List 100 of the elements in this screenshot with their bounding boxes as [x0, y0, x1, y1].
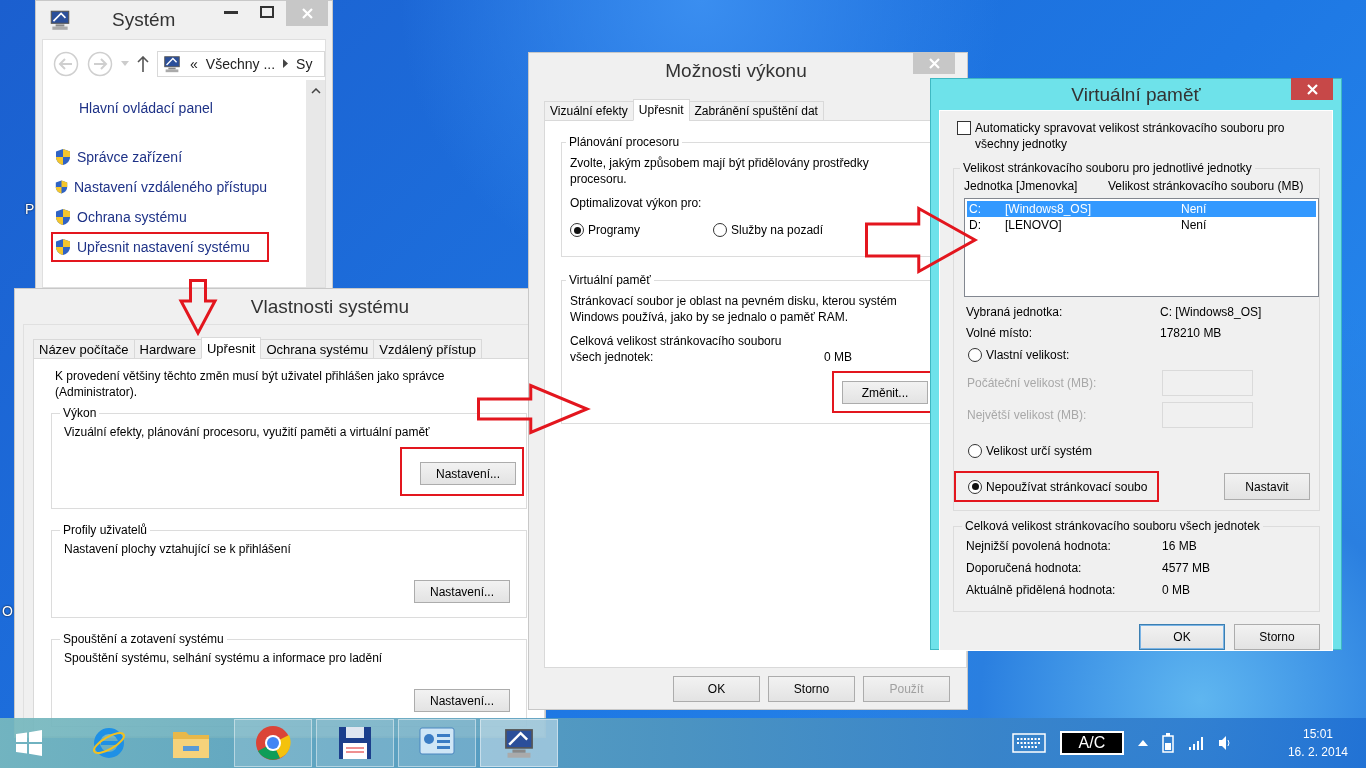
up-arrow-icon[interactable] [137, 55, 149, 72]
total-size-label: Celková velikost stránkovacího souboru všech jednotek: [570, 333, 783, 365]
total-value: 0 MB [1162, 583, 1191, 597]
computer-icon [162, 53, 182, 74]
total-label: Nejnižší povolená hodnota: [966, 539, 1112, 553]
radio-option[interactable]: Vlastní velikost: [968, 348, 1070, 362]
breadcrumb-item[interactable]: Sy [296, 55, 313, 72]
group-title: Výkon [62, 406, 98, 420]
group-title: Plánování procesoru [568, 135, 681, 149]
window-title: Virtuální paměť [1071, 83, 1201, 106]
windows-logo-icon [16, 730, 42, 756]
clock[interactable]: 15:01 16. 2. 2014 [1287, 725, 1348, 761]
task-link[interactable]: Nastavení vzdáleného přístupu [51, 172, 269, 202]
annotation-arrow [179, 279, 217, 335]
group-description: Zvolte, jakým způsobem mají být přidělovány prostředky procesoru. [570, 155, 870, 187]
group-description: Nastavení plochy vztahující se k přihlášení [64, 541, 292, 557]
settings-button[interactable]: Nastavení... [414, 689, 510, 712]
battery-icon[interactable] [1161, 733, 1174, 753]
tab[interactable]: Upřesnit [200, 337, 262, 359]
group-title: Velikost stránkovacího souboru pro jednotlivé jednotky [962, 161, 1253, 175]
group-title: Spouštění a zotavení systému [62, 632, 225, 646]
settings-button[interactable]: Nastavení... [414, 580, 510, 603]
close-icon [1306, 83, 1318, 95]
chrome-browser-icon [255, 725, 291, 761]
window-title: Možnosti výkonu [665, 60, 807, 82]
task-link[interactable]: Ochrana systému [51, 202, 269, 232]
close-button[interactable] [1291, 78, 1333, 100]
dialog-button[interactable]: OK [673, 676, 760, 702]
task-link[interactable]: Správce zařízení [51, 142, 269, 172]
admin-note: K provedení většiny těchto změn musí být uživatel přihlášen jako správce (Administrator). [54, 368, 446, 400]
total-size-value: 0 MB [824, 349, 852, 365]
scroll-up-icon[interactable] [310, 88, 321, 94]
address-bar[interactable]: « Všechny ... Sy [157, 50, 325, 77]
radio-option[interactable]: Velikost určí systém [968, 444, 1093, 458]
speaker-icon[interactable] [1217, 735, 1232, 751]
group-title: Profily uživatelů [62, 523, 149, 537]
control-panel-home-link[interactable]: Hlavní ovládací panel [51, 100, 306, 116]
dialog-button[interactable]: Storno [1234, 624, 1320, 650]
checkbox[interactable] [957, 121, 971, 135]
optimize-prompt: Optimalizovat výkon pro: [570, 195, 703, 211]
column-header: Velikost stránkovacího souboru (MB) [1108, 179, 1305, 193]
minimize-icon [224, 10, 238, 14]
group-description: Stránkovací soubor je oblast na pevném disku, kterou systém Windows používá, jako by se jednalo o paměť RAM. [570, 293, 898, 325]
tab[interactable]: Název počítače [33, 339, 135, 359]
window-title: Vlastnosti systému [250, 295, 410, 318]
breadcrumb-overflow[interactable]: « [190, 55, 198, 72]
info-value: C: [Windows8_OS] [1160, 304, 1263, 319]
total-label: Doporučená hodnota: [966, 561, 1083, 575]
caret-up-icon[interactable] [1137, 740, 1148, 746]
checkbox-option[interactable]: Automaticky spravovat velikost stránkovacího souboru pro všechny jednotky [953, 120, 1320, 152]
tab[interactable]: Vizuální efekty [544, 101, 634, 121]
desktop-icon-label[interactable]: O [2, 603, 13, 619]
browser-e-icon [91, 726, 127, 760]
clock-date: 16. 2. 2014 [1287, 744, 1348, 761]
group-title: Virtuální paměť [568, 273, 652, 287]
tab[interactable]: Upřesnit [632, 99, 690, 121]
tab[interactable]: Zabránění spuštění dat [688, 101, 824, 121]
change-button[interactable]: Změnit... [842, 381, 928, 404]
dialog-button[interactable]: OK [1139, 624, 1225, 650]
drive-row[interactable]: D: [LENOVO] Není [967, 217, 1316, 233]
shield-icon [55, 208, 71, 226]
radio-option[interactable]: Nepoužívat stránkovací soubo [968, 479, 1148, 494]
settings-button[interactable]: Nastavení... [420, 462, 516, 485]
shield-icon [55, 178, 68, 196]
task-link[interactable]: Upřesnit nastavení systému [51, 232, 269, 262]
shield-icon [55, 238, 71, 256]
close-icon [301, 7, 313, 19]
info-label: Vybraná jednotka: [965, 304, 1064, 319]
info-value: 178210 MB [1160, 325, 1223, 340]
total-value: 4577 MB [1162, 561, 1212, 575]
breadcrumb-separator-icon[interactable] [283, 59, 289, 68]
radio-option[interactable]: Služby na pozadí [713, 223, 856, 237]
info-label: Volné místo: [965, 325, 1034, 340]
drive-label: [LENOVO] [1005, 218, 1063, 232]
power-indicator[interactable]: A/C [1059, 731, 1124, 755]
field-label: Počáteční velikost (MB): [966, 376, 1098, 390]
desktop-icon-label[interactable]: P [25, 201, 35, 217]
close-icon [928, 57, 940, 69]
keyboard-icon[interactable] [1011, 733, 1046, 753]
maximize-icon [260, 6, 274, 18]
drive-letter: D: [968, 218, 982, 232]
taskbar-app-button[interactable] [480, 719, 558, 767]
radio-option[interactable]: Programy [570, 223, 713, 237]
taskbar-app-button[interactable] [316, 719, 394, 767]
signal-bars-icon[interactable] [1187, 736, 1204, 750]
group-description: Spouštění systému, selhání systému a informace pro ladění [64, 650, 384, 666]
window-title: Systém [112, 9, 176, 31]
column-header: Jednotka [Jmenovka] [964, 179, 1079, 193]
group-title: Celková velikost stránkovacího souboru všech jednotek [964, 519, 1261, 533]
shield-icon [55, 148, 71, 166]
scrollbar[interactable] [306, 80, 325, 287]
breadcrumb-item[interactable]: Všechny ... [205, 55, 276, 72]
tab[interactable]: Ochrana systému [260, 339, 375, 359]
dialog-button[interactable]: Storno [768, 676, 855, 702]
drive-size: Není [1181, 202, 1208, 216]
total-value: 16 MB [1162, 539, 1198, 553]
tab[interactable]: Vzdálený přístup [373, 339, 483, 359]
computer-icon [48, 8, 72, 32]
set-button[interactable]: Nastavit [1224, 473, 1310, 500]
clock-time: 15:01 [1302, 726, 1333, 743]
